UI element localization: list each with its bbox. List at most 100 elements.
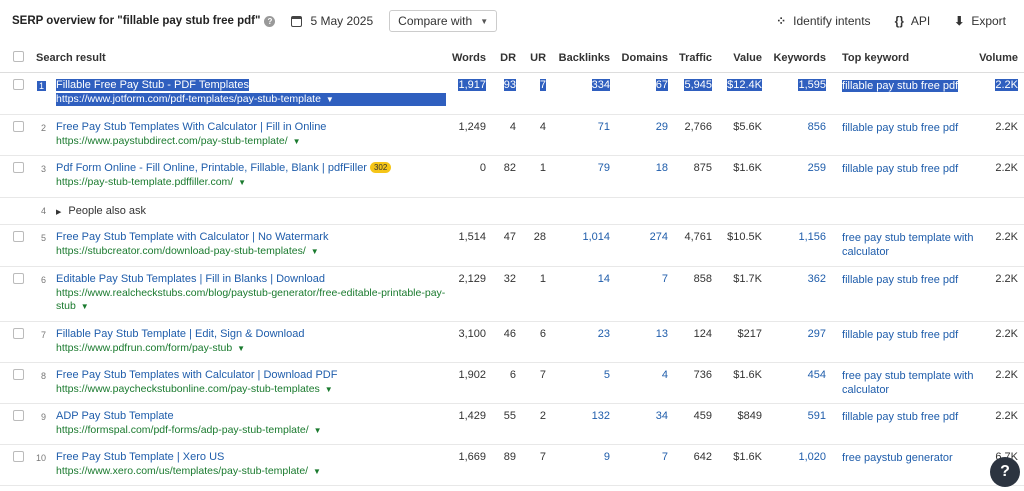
result-url[interactable]: https://stubcreator.com/download-pay-stu… [56,245,446,258]
result-url[interactable]: https://www.paystubdirect.com/pay-stub-t… [56,135,446,148]
keywords-link[interactable]: 454 [808,369,826,381]
domains-link[interactable]: 67 [655,78,669,91]
col-dr[interactable]: DR [492,44,523,73]
result-url[interactable]: https://www.paycheckstubonline.com/pay-s… [56,383,446,396]
col-words[interactable]: Words [446,44,493,73]
help-icon[interactable]: ? [264,15,276,27]
top-keyword-link[interactable]: fillable pay stub free pdf [842,329,958,341]
result-title-link[interactable]: Free Pay Stub Template | Xero US [56,451,224,463]
result-title-link[interactable]: Editable Pay Stub Templates | Fill in Bl… [56,273,325,285]
backlinks-link[interactable]: 23 [598,328,610,340]
people-also-ask[interactable]: ▶ People also ask [50,197,1024,225]
row-checkbox[interactable] [13,409,24,421]
row-checkbox[interactable] [13,120,24,132]
url-dropdown-icon[interactable]: ▼ [325,385,333,394]
domains-link[interactable]: 7 [662,273,668,285]
top-keyword-link[interactable]: free pay stub template with calculator [842,232,973,258]
backlinks-link[interactable]: 71 [598,121,610,133]
top-keyword-link[interactable]: free paystub generator [842,452,953,464]
col-domains[interactable]: Domains [616,44,675,73]
keywords-link[interactable]: 259 [808,162,826,174]
url-dropdown-icon[interactable]: ▼ [237,344,245,353]
row-checkbox[interactable] [13,327,24,339]
result-title-link[interactable]: ADP Pay Stub Template [56,410,174,422]
col-top-keyword[interactable]: Top keyword [832,44,977,73]
url-dropdown-icon[interactable]: ▼ [293,137,301,146]
row-checkbox[interactable] [13,272,24,284]
compare-with-dropdown[interactable]: Compare with ▼ [389,10,498,32]
result-title-link[interactable]: Fillable Pay Stub Template | Edit, Sign … [56,328,304,340]
backlinks-link[interactable]: 132 [592,410,610,422]
domains-link[interactable]: 18 [656,162,668,174]
words-value: 1,249 [458,120,487,133]
url-dropdown-icon[interactable]: ▼ [238,178,246,187]
domains-link[interactable]: 4 [662,369,668,381]
url-dropdown-icon[interactable]: ▼ [81,302,89,311]
col-search-result[interactable]: Search result [36,44,447,73]
keywords-link[interactable]: 362 [808,273,826,285]
col-backlinks[interactable]: Backlinks [552,44,617,73]
url-dropdown-icon[interactable]: ▼ [325,94,334,104]
domains-link[interactable]: 13 [656,328,668,340]
help-chat-button[interactable]: ? [990,457,1020,487]
row-checkbox[interactable] [13,368,24,380]
row-checkbox[interactable] [13,450,24,462]
top-keyword-link[interactable]: fillable pay stub free pdf [842,122,958,134]
row-checkbox[interactable] [13,230,24,242]
identify-intents-label: Identify intents [793,14,871,28]
result-url[interactable]: https://www.realcheckstubs.com/blog/pays… [56,287,446,313]
domains-link[interactable]: 274 [650,231,668,243]
result-title-link[interactable]: Pdf Form Online - Fill Online, Printable… [56,162,367,174]
result-title-link[interactable]: Free Pay Stub Templates With Calculator … [56,121,326,133]
keywords-link[interactable]: 856 [808,121,826,133]
result-title-link[interactable]: Fillable Free Pay Stub - PDF Templates [56,78,249,91]
select-all-checkbox[interactable] [13,50,24,62]
domains-link[interactable]: 34 [656,410,668,422]
result-title-link[interactable]: Free Pay Stub Templates with Calculator … [56,369,337,381]
backlinks-link[interactable]: 9 [604,451,610,463]
result-url[interactable]: https://pay-stub-template.pdffiller.com/… [56,176,446,189]
volume-value: 2.2K [995,327,1019,340]
backlinks-link[interactable]: 1,014 [582,231,610,243]
top-keyword-link[interactable]: free pay stub template with calculator [842,370,973,396]
identify-intents-button[interactable]: ⁘ Identify intents [776,14,870,28]
volume-value: 2.2K [995,368,1019,381]
backlinks-link[interactable]: 334 [591,78,611,91]
backlinks-link[interactable]: 14 [598,273,610,285]
url-dropdown-icon[interactable]: ▼ [311,247,319,256]
volume-value: 2.2K [995,409,1019,422]
result-url[interactable]: https://formspal.com/pdf-forms/adp-pay-s… [56,424,446,437]
result-url[interactable]: https://www.jotform.com/pdf-templates/pa… [56,92,447,106]
keywords-link[interactable]: 1,595 [798,78,827,91]
keywords-link[interactable]: 1,020 [798,451,826,463]
keywords-link[interactable]: 591 [808,410,826,422]
keywords-link[interactable]: 1,156 [798,231,826,243]
top-keyword-link[interactable]: fillable pay stub free pdf [842,79,959,92]
col-keywords[interactable]: Keywords [768,44,833,73]
url-dropdown-icon[interactable]: ▼ [314,426,322,435]
date-picker[interactable]: 5 May 2025 [291,14,373,28]
col-ur[interactable]: UR [522,44,553,73]
col-value[interactable]: Value [718,44,769,73]
row-checkbox[interactable] [13,161,24,173]
dr-value: 46 [503,327,517,340]
export-button[interactable]: ⬇ Export [954,14,1006,28]
result-url[interactable]: https://www.pdfrun.com/form/pay-stub ▼ [56,342,446,355]
keywords-link[interactable]: 297 [808,328,826,340]
domains-link[interactable]: 29 [656,121,668,133]
backlinks-link[interactable]: 79 [598,162,610,174]
result-title-link[interactable]: Free Pay Stub Template with Calculator |… [56,231,328,243]
url-dropdown-icon[interactable]: ▼ [313,467,321,476]
result-url[interactable]: https://www.xero.com/us/templates/pay-st… [56,465,446,478]
col-traffic[interactable]: Traffic [674,44,719,73]
row-position: 5 [36,224,50,267]
top-keyword-link[interactable]: fillable pay stub free pdf [842,163,958,175]
api-button[interactable]: {} API [895,14,931,28]
row-checkbox[interactable] [13,78,24,90]
top-keyword-link[interactable]: fillable pay stub free pdf [842,411,958,423]
top-keyword-link[interactable]: fillable pay stub free pdf [842,274,958,286]
domains-link[interactable]: 7 [662,451,668,463]
backlinks-link[interactable]: 5 [604,369,610,381]
words-value: 1,917 [458,78,487,91]
col-volume[interactable]: Volume [976,44,1024,73]
